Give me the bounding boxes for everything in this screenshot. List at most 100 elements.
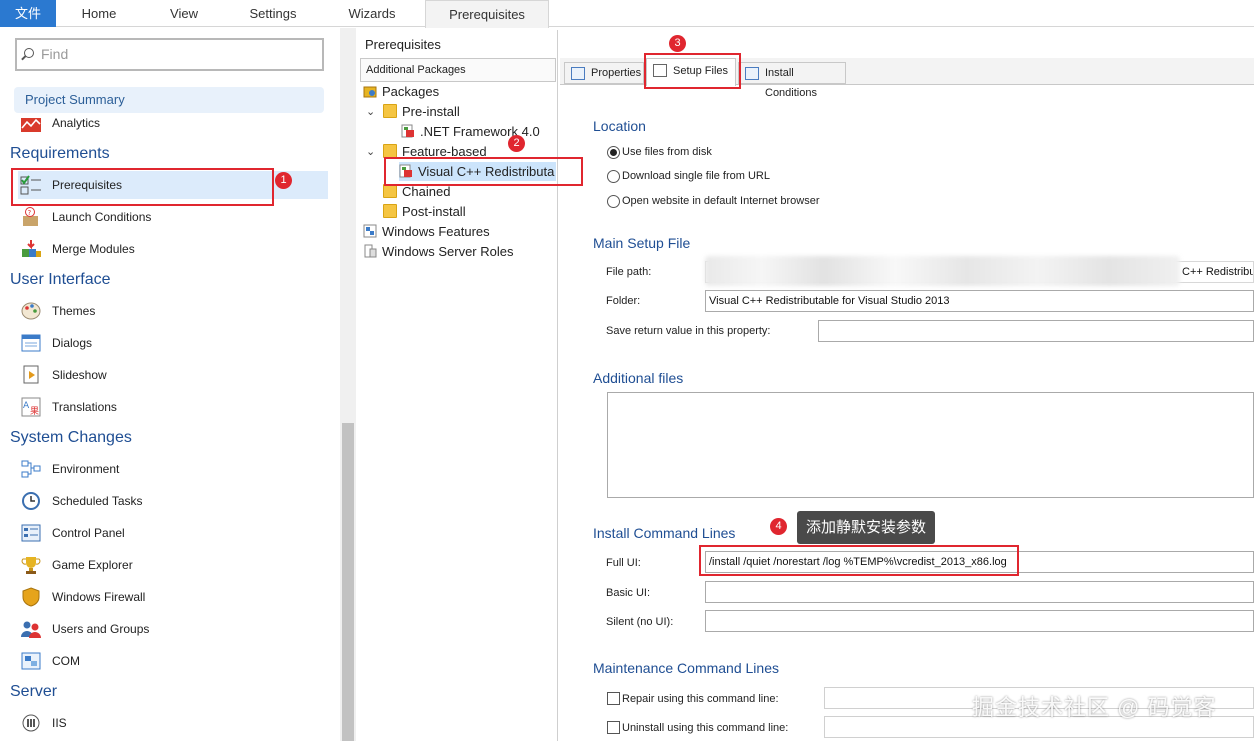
nav-merge-modules[interactable]: Merge Modules bbox=[18, 235, 328, 263]
section-requirements: Requirements bbox=[10, 145, 110, 162]
full-ui-label: Full UI: bbox=[606, 557, 641, 569]
tab-settings[interactable]: Settings bbox=[232, 0, 314, 27]
folder-icon bbox=[383, 104, 397, 118]
nav-label: Windows Firewall bbox=[52, 590, 146, 604]
prerequisites-title: Prerequisites bbox=[365, 37, 441, 52]
tab-view[interactable]: View bbox=[150, 0, 218, 27]
tree-pre-install[interactable]: Pre-install bbox=[383, 102, 543, 121]
nav-control-panel[interactable]: Control Panel bbox=[18, 519, 328, 547]
scrollbar-thumb[interactable] bbox=[342, 423, 354, 741]
nav-com[interactable]: COM bbox=[18, 647, 328, 675]
tab-home[interactable]: Home bbox=[62, 0, 136, 27]
iis-icon bbox=[22, 714, 40, 732]
step-badge-3: 3 bbox=[669, 35, 686, 52]
redacted-path bbox=[705, 256, 1180, 286]
nav-analytics[interactable]: Analytics bbox=[18, 109, 328, 137]
install-command-lines-heading: Install Command Lines bbox=[593, 525, 736, 541]
tree-label: Windows Server Roles bbox=[382, 244, 514, 259]
folder-label: Folder: bbox=[606, 295, 641, 307]
nav-label: Game Explorer bbox=[52, 558, 133, 572]
nav-label: Dialogs bbox=[52, 336, 93, 350]
tree-label: Post-install bbox=[402, 204, 466, 219]
server-roles-icon bbox=[364, 244, 377, 258]
translations-icon: A果 bbox=[21, 397, 41, 417]
save-return-value-field[interactable] bbox=[818, 320, 1254, 342]
packages-icon bbox=[363, 86, 377, 98]
nav-dialogs[interactable]: Dialogs bbox=[18, 329, 328, 357]
nav-label: IIS bbox=[52, 716, 67, 730]
location-heading: Location bbox=[593, 118, 646, 134]
tree-label: Packages bbox=[382, 84, 440, 99]
folder-icon bbox=[383, 144, 397, 158]
radio-open-website[interactable]: Open website in default Internet browser bbox=[607, 194, 820, 208]
navigation-pane: Find Project Summary Analytics Requireme… bbox=[0, 28, 340, 741]
tree-net-framework[interactable]: .NET Framework 4.0 bbox=[401, 122, 551, 141]
trophy-icon bbox=[21, 557, 41, 574]
highlight-setup-files-tab bbox=[644, 53, 741, 89]
section-user-interface: User Interface bbox=[10, 271, 111, 288]
additional-files-heading: Additional files bbox=[593, 370, 684, 386]
package-icon bbox=[401, 124, 414, 138]
nav-environment[interactable]: Environment bbox=[18, 455, 328, 483]
install-conditions-icon bbox=[745, 67, 759, 80]
file-path-visible-text: C++ Redistribu bbox=[1182, 266, 1254, 278]
nav-label: Control Panel bbox=[52, 526, 125, 540]
find-input[interactable]: Find bbox=[15, 38, 324, 71]
windows-features-icon bbox=[363, 224, 377, 238]
maintenance-command-lines-heading: Maintenance Command Lines bbox=[593, 660, 779, 676]
silent-ui-command-field[interactable] bbox=[705, 610, 1254, 632]
nav-scheduled-tasks[interactable]: Scheduled Tasks bbox=[18, 487, 328, 515]
users-icon bbox=[21, 621, 41, 638]
section-system-changes: System Changes bbox=[10, 429, 132, 446]
slideshow-icon bbox=[23, 365, 39, 384]
highlight-full-ui-command bbox=[699, 545, 1019, 576]
analytics-icon bbox=[21, 118, 41, 132]
tab-properties[interactable]: Properties bbox=[564, 62, 644, 84]
com-icon bbox=[21, 652, 41, 670]
folder-field[interactable]: Visual C++ Redistributable for Visual St… bbox=[705, 290, 1254, 312]
ribbon-tabs: 文件 Home View Settings Wizards Prerequisi… bbox=[0, 0, 1254, 28]
file-path-label: File path: bbox=[606, 266, 652, 278]
nav-users-and-groups[interactable]: Users and Groups bbox=[18, 615, 328, 643]
radio-download-from-url[interactable]: Download single file from URL bbox=[607, 169, 770, 183]
repair-checkbox[interactable]: Repair using this command line: bbox=[607, 692, 779, 706]
nav-launch-conditions[interactable]: ? Launch Conditions bbox=[18, 203, 328, 231]
folder-icon bbox=[383, 204, 397, 218]
nav-windows-firewall[interactable]: Windows Firewall bbox=[18, 583, 328, 611]
tab-wizards[interactable]: Wizards bbox=[330, 0, 414, 27]
nav-themes[interactable]: Themes bbox=[18, 297, 328, 325]
nav-translations[interactable]: A果 Translations bbox=[18, 393, 328, 421]
nav-label: Merge Modules bbox=[52, 242, 135, 256]
nav-iis[interactable]: IIS bbox=[18, 709, 328, 737]
additional-packages-header: Additional Packages bbox=[360, 58, 556, 82]
radio-use-files-from-disk[interactable]: Use files from disk bbox=[607, 145, 712, 159]
navigation-scrollbar[interactable] bbox=[340, 28, 356, 741]
tab-install-conditions[interactable]: Install Conditions bbox=[738, 62, 846, 99]
tree-windows-features[interactable]: Windows Features bbox=[363, 222, 543, 241]
nav-label: Users and Groups bbox=[52, 622, 150, 636]
shield-icon bbox=[22, 587, 40, 607]
svg-text:A: A bbox=[23, 401, 30, 411]
additional-files-list[interactable] bbox=[607, 392, 1254, 498]
tree-post-install[interactable]: Post-install bbox=[383, 202, 543, 221]
basic-ui-command-field[interactable] bbox=[705, 581, 1254, 603]
highlight-vcpp-package bbox=[384, 157, 583, 186]
basic-ui-label: Basic UI: bbox=[606, 587, 651, 599]
save-return-value-label: Save return value in this property: bbox=[606, 325, 771, 337]
search-icon bbox=[24, 48, 34, 58]
uninstall-checkbox[interactable]: Uninstall using this command line: bbox=[607, 721, 788, 735]
chevron-down-icon[interactable]: ⌄ bbox=[366, 105, 375, 118]
tab-prerequisites[interactable]: Prerequisites bbox=[425, 0, 549, 28]
tree-windows-server-roles[interactable]: Windows Server Roles bbox=[363, 242, 543, 261]
nav-slideshow[interactable]: Slideshow bbox=[18, 361, 328, 389]
properties-icon bbox=[571, 67, 585, 80]
nav-label: Translations bbox=[52, 400, 117, 414]
nav-game-explorer[interactable]: Game Explorer bbox=[18, 551, 328, 579]
nav-label: Analytics bbox=[52, 116, 101, 130]
tree-packages[interactable]: Packages bbox=[363, 82, 543, 101]
nav-label: Themes bbox=[52, 304, 96, 318]
chevron-down-icon[interactable]: ⌄ bbox=[366, 145, 375, 158]
nav-label: Launch Conditions bbox=[52, 210, 152, 224]
tab-file[interactable]: 文件 bbox=[0, 0, 56, 27]
highlight-prerequisites bbox=[11, 168, 274, 206]
